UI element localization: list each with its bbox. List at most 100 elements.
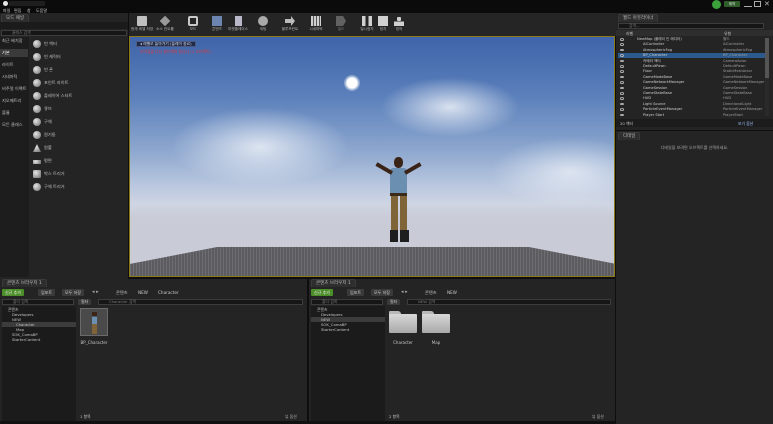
tab-content-browser-1[interactable]: 콘텐츠 브라우저 1	[2, 279, 47, 287]
level-tab[interactable]	[9, 1, 45, 6]
visibility-eye-icon[interactable]	[620, 108, 624, 111]
place-item[interactable]: 포인트 라이트	[30, 77, 127, 89]
outliner-row[interactable]: BP_Character BP_Character	[618, 53, 768, 58]
category-geometry[interactable]: 지오메트리	[0, 97, 28, 105]
tree-item-selected[interactable]: Character	[2, 322, 76, 327]
cb2-import-button[interactable]: 임포트	[347, 289, 365, 296]
place-item[interactable]: 박스 트리거	[30, 168, 127, 180]
tab-outliner[interactable]: 월드 아웃라이너	[618, 14, 659, 22]
modes-button[interactable]: 모드	[182, 14, 204, 36]
cb2-asset-search[interactable]: NEW 검색	[407, 299, 611, 305]
save-button[interactable]: 현재 레벨 저장	[131, 14, 153, 36]
category-basic[interactable]: 기본	[0, 49, 28, 57]
outliner-row[interactable]: Light Source DirectionalLight	[618, 102, 768, 107]
asset-tile-bp-character[interactable]	[80, 308, 108, 336]
outliner-row[interactable]: AIController AIController	[618, 42, 768, 47]
visibility-eye-icon[interactable]	[620, 48, 624, 52]
outliner-view-options[interactable]: 보기 옵션	[738, 121, 753, 127]
possess-button[interactable]: 빙의	[388, 14, 410, 36]
cb1-import-button[interactable]: 임포트	[38, 289, 56, 296]
cb2-path-root[interactable]: 콘텐츠	[425, 290, 437, 296]
maximize-button[interactable]	[754, 1, 761, 7]
outliner-scrollbar[interactable]	[765, 38, 769, 116]
folder-tile-map[interactable]	[422, 311, 450, 333]
outliner-row[interactable]: GameStateBase GameStateBase	[618, 91, 768, 96]
place-item[interactable]: 큐브	[30, 103, 127, 115]
class-search-input[interactable]: 클래스 검색	[1, 30, 127, 36]
cb2-nav-arrows[interactable]: ◂ ▸	[401, 289, 408, 295]
outliner-search-input[interactable]: 검색...	[618, 23, 764, 29]
outliner-row[interactable]: Floor StaticMeshActor	[618, 69, 768, 74]
tab-details[interactable]: 디테일	[618, 132, 641, 140]
visibility-eye-icon[interactable]	[620, 97, 624, 100]
outliner-row[interactable]: GameModeBase GameModeBase	[618, 75, 768, 80]
cb1-path-character[interactable]: Character	[158, 290, 179, 295]
cb1-asset-search[interactable]: Character 검색	[98, 299, 303, 305]
cb1-path-new[interactable]: NEW	[138, 290, 148, 295]
cb1-folder-search[interactable]: 폴더 검색	[2, 299, 74, 305]
cb1-path-root[interactable]: 콘텐츠	[116, 290, 128, 296]
source-control-button[interactable]: 소스 컨트롤	[154, 14, 176, 36]
outliner-row[interactable]: Player Start PlayerStart	[618, 113, 768, 118]
cb1-view-options[interactable]: 뷰 옵션	[285, 414, 297, 420]
cb1-save-all-button[interactable]: 모두 저장	[62, 289, 84, 296]
visibility-eye-icon[interactable]	[620, 70, 624, 73]
outliner-row[interactable]: NewMap (플레이 인 에디터) 월드	[618, 37, 768, 42]
close-button[interactable]: ✕	[764, 0, 770, 8]
place-item[interactable]: 구체	[30, 116, 127, 128]
place-item[interactable]: 구체 트리거	[30, 181, 127, 193]
visibility-eye-icon[interactable]	[620, 86, 624, 90]
visibility-eye-icon[interactable]	[620, 102, 624, 106]
tree-item[interactable]: StarterContent	[12, 337, 40, 342]
outliner-row[interactable]: ParticleEventManager ParticleEventManager	[618, 107, 768, 112]
outliner-row[interactable]: 카메라 액터 CameraActor	[618, 59, 768, 64]
place-item[interactable]: 빈 폰	[30, 64, 127, 76]
settings-button[interactable]: 세팅	[252, 14, 274, 36]
cb1-add-new-button[interactable]: 신규 추가	[2, 289, 24, 296]
user-badge[interactable]: 제작	[724, 1, 740, 7]
character-figure[interactable]	[370, 157, 426, 267]
visibility-eye-icon[interactable]	[620, 81, 624, 84]
place-item[interactable]: 빈 캐릭터	[30, 51, 127, 63]
outliner-row[interactable]: AtmosphericFog AtmosphericFog	[618, 48, 768, 53]
cinematic-button[interactable]: 시네마틱	[305, 14, 327, 36]
cb2-add-new-button[interactable]: 신규 추가	[311, 289, 333, 296]
cb2-filters-button[interactable]: 필터	[387, 299, 401, 305]
visibility-eye-icon[interactable]	[620, 65, 624, 68]
place-item[interactable]: 플레이어 스타트	[30, 90, 127, 102]
visibility-eye-icon[interactable]	[620, 38, 624, 41]
viewport-back-button[interactable]: ◂ 레벨로 돌아가기 (플레이 종료)	[136, 41, 196, 47]
category-lights[interactable]: 라이트	[0, 61, 28, 69]
category-all-classes[interactable]: 모든 클래스	[0, 121, 28, 129]
cb2-save-all-button[interactable]: 모두 저장	[371, 289, 393, 296]
folder-tile-character[interactable]	[389, 311, 417, 333]
cb1-nav-arrows[interactable]: ◂ ▸	[92, 289, 99, 295]
outliner-row[interactable]: DefaultPawn DefaultPawn	[618, 64, 768, 69]
visibility-eye-icon[interactable]	[620, 113, 624, 117]
category-vfx[interactable]: 비주얼 이펙트	[0, 85, 28, 93]
level-viewport[interactable]: ◂ 레벨로 돌아가기 (플레이 종료) 라이팅을 다시 빌드해야 합니다 (1 …	[129, 36, 615, 277]
category-recent[interactable]: 최근 배치함	[0, 37, 28, 45]
content-button[interactable]: 콘텐츠	[206, 14, 228, 36]
minimize-button[interactable]	[744, 1, 752, 7]
visibility-eye-icon[interactable]	[620, 92, 624, 95]
marketplace-button[interactable]: 마켓플레이스	[227, 14, 249, 36]
place-item[interactable]: 빈 액터	[30, 38, 127, 50]
status-green-icon[interactable]	[712, 0, 721, 9]
visibility-eye-icon[interactable]	[620, 43, 624, 46]
visibility-eye-icon[interactable]	[620, 54, 624, 57]
outliner-row[interactable]: GameSession GameSession	[618, 86, 768, 91]
tab-content-browser-2[interactable]: 콘텐츠 브라우저 1	[311, 279, 356, 287]
cb2-view-options[interactable]: 뷰 옵션	[592, 414, 604, 420]
tab-modes[interactable]: 모드 패널	[1, 14, 29, 22]
category-cinematic[interactable]: 시네마틱	[0, 73, 28, 81]
build-button[interactable]: 빌드	[330, 14, 352, 36]
cb1-filters-button[interactable]: 필터	[78, 299, 92, 305]
visibility-eye-icon[interactable]	[620, 59, 624, 63]
tree-item[interactable]: StarterContent	[321, 327, 349, 332]
place-item[interactable]: 원기둥	[30, 129, 127, 141]
outliner-row[interactable]: GameNetworkManager GameNetworkManager	[618, 80, 768, 85]
cb2-path-new[interactable]: NEW	[447, 290, 457, 295]
cb2-folder-search[interactable]: 폴더 검색	[311, 299, 383, 305]
place-item[interactable]: 평면	[30, 155, 127, 167]
